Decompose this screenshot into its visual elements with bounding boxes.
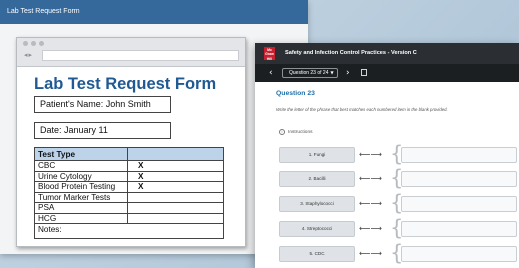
test-name-cell: HCG [34,212,128,224]
chevron-right-icon[interactable]: › [346,64,350,82]
question-selector-label: Question 23 of 24 [289,70,329,76]
double-arrow-icon: ⟵⟶ [359,199,382,208]
answer-input[interactable] [401,221,517,237]
browser-frame: ◂▸ Lab Test Request Form Patient's Name:… [16,37,246,247]
browser-chrome: ◂▸ [17,38,245,67]
lab-form: Lab Test Request Form Patient's Name: Jo… [17,68,247,248]
match-row: 4. Streptococci ⟵⟶ { [279,218,519,239]
test-name-cell: PSA [34,202,128,214]
table-row: HCG [34,212,224,224]
table-row: Urine Cytology X [34,170,224,182]
answer-input[interactable] [401,147,517,163]
match-row: 1. Fungi ⟵⟶ { [279,144,519,165]
browser-nav-icon: ◂▸ [24,51,34,59]
address-bar [42,50,239,61]
table-header-cell [127,147,224,161]
answer-input[interactable] [401,171,517,187]
double-arrow-icon: ⟵⟶ [359,150,382,159]
match-term: 1. Fungi [279,147,355,163]
patient-name-field: Patient's Name: John Smith [34,96,171,113]
question-prompt: Write the letter of the phrase that best… [276,107,448,112]
double-arrow-icon: ⟵⟶ [359,174,382,183]
form-heading: Lab Test Request Form [34,75,217,93]
question-nav-bar: ‹ Question 23 of 24 ▼ › [255,64,519,82]
double-arrow-icon: ⟵⟶ [359,224,382,233]
answer-input[interactable] [401,246,517,262]
test-mark-cell: X [127,170,224,182]
notes-label: Notes: [34,223,224,239]
test-name-cell: Tumor Marker Tests [34,191,128,203]
logo-text-line: Hill [266,56,273,61]
question-title: Question 23 [276,90,315,97]
test-mark-cell: X [127,160,224,172]
window-dot [23,41,28,46]
test-name-cell: CBC [34,160,128,172]
table-row: CBC X [34,160,224,172]
match-term: 4. Streptococci [279,221,355,237]
notes-row: Notes: [34,223,224,239]
match-term: 3. Staphylococci [279,196,355,212]
window-dot [39,41,44,46]
table-row: Tumor Marker Tests [34,191,224,203]
window-dot [31,41,36,46]
question-selector[interactable]: Question 23 of 24 ▼ [282,68,338,78]
quiz-header: Mc Graw Hill Safety and Infection Contro… [255,43,519,64]
test-mark-cell [127,212,224,224]
publisher-logo: Mc Graw Hill [264,47,275,61]
date-field: Date: January 11 [34,122,171,139]
test-mark-cell: X [127,181,224,193]
test-name-cell: Urine Cytology [34,170,128,182]
info-icon: i [279,129,285,135]
instructions-link[interactable]: i Instructions [279,129,313,135]
test-type-table: Test Type CBC X Urine Cytology X Blood P… [34,147,224,239]
table-row: Blood Protein Testing X [34,181,224,193]
chevron-left-icon[interactable]: ‹ [269,64,273,82]
table-header-cell: Test Type [34,147,128,161]
match-row: 3. Staphylococci ⟵⟶ { [279,193,519,214]
bookmark-icon[interactable] [361,69,367,76]
table-header-row: Test Type [34,147,224,161]
quiz-window: Mc Graw Hill Safety and Infection Contro… [255,43,519,268]
match-term: 5. CDC [279,246,355,262]
match-row: 5. CDC ⟵⟶ { [279,243,519,264]
window-title: Lab Test Request Form [0,0,308,24]
instructions-label: Instructions [288,129,313,135]
double-arrow-icon: ⟵⟶ [359,249,382,258]
logo-text-line: Graw [265,52,274,57]
caret-down-icon: ▼ [330,70,334,75]
test-name-cell: Blood Protein Testing [34,181,128,193]
answer-input[interactable] [401,196,517,212]
window-controls [23,41,44,46]
match-term: 2. Bacilli [279,171,355,187]
table-row: PSA [34,202,224,214]
match-row: 2. Bacilli ⟵⟶ { [279,168,519,189]
test-mark-cell [127,202,224,214]
test-mark-cell [127,191,224,203]
quiz-title: Safety and Infection Control Practices -… [285,50,417,56]
